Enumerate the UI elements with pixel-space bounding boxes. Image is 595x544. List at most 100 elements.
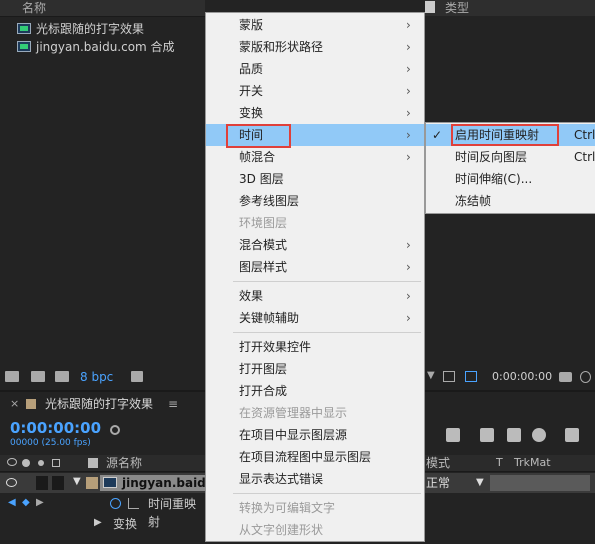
draft-3d-icon[interactable] xyxy=(446,428,460,442)
column-source-name[interactable]: 源名称 xyxy=(106,455,142,471)
region-of-interest-icon[interactable] xyxy=(443,371,455,382)
frame-blending-icon[interactable] xyxy=(507,428,521,442)
menu-item-frame-blending[interactable]: 帧混合 › xyxy=(206,146,424,168)
column-trkmat[interactable]: TrkMat xyxy=(514,455,551,471)
viewer-toolbar: ▼ 0:00:00:00 xyxy=(425,367,595,387)
previous-keyframe-icon[interactable]: ◀ xyxy=(8,497,16,508)
label-tag-icon[interactable] xyxy=(88,458,98,468)
camera-snapshot-icon[interactable] xyxy=(559,372,572,382)
trkmat-select[interactable] xyxy=(490,475,590,491)
show-snapshot-icon[interactable] xyxy=(580,371,591,383)
menu-item-effect[interactable]: 效果 › xyxy=(206,285,424,307)
bit-depth-label[interactable]: 8 bpc xyxy=(80,367,113,387)
transparency-grid-icon[interactable] xyxy=(465,371,477,382)
menu-item-open-layer[interactable]: 打开图层 xyxy=(206,358,424,380)
lock-icon[interactable] xyxy=(52,459,60,467)
submenu-arrow-icon: › xyxy=(406,289,411,303)
column-t[interactable]: T xyxy=(496,455,503,471)
panel-menu-icon[interactable]: ≡ xyxy=(168,393,178,415)
label-tag-icon[interactable] xyxy=(425,1,435,13)
menu-item-switches[interactable]: 开关 › xyxy=(206,80,424,102)
project-column-header-right: 类型 xyxy=(425,0,595,16)
menu-item-mask[interactable]: 蒙版 › xyxy=(206,14,424,36)
menu-item-label: 蒙版和形状路径 xyxy=(239,40,324,54)
current-time-display[interactable]: 0:00:00:00 xyxy=(10,419,101,437)
menu-item-quality[interactable]: 品质 › xyxy=(206,58,424,80)
layer-label-color[interactable] xyxy=(86,477,98,489)
time-submenu: ✓ 启用时间重映射 Ctrl 时间反向图层 Ctrl 时间伸缩(C)... 冻结… xyxy=(425,122,595,214)
submenu-arrow-icon: › xyxy=(406,260,411,274)
stopwatch-icon[interactable] xyxy=(110,498,121,509)
viewer-timecode[interactable]: 0:00:00:00 xyxy=(492,367,552,387)
menu-item-label: 在项目中显示图层源 xyxy=(239,428,348,442)
lock-switch[interactable] xyxy=(52,476,64,490)
menu-item-time-stretch[interactable]: 时间伸缩(C)... xyxy=(426,168,595,190)
timeline-tab[interactable]: × 光标跟随的打字效果 ≡ xyxy=(0,393,205,415)
project-item[interactable]: jingyan.baidu.com 合成 xyxy=(0,38,205,56)
menu-item-label: 转换为可编辑文字 xyxy=(239,501,336,515)
menu-item-blending-mode[interactable]: 混合模式 › xyxy=(206,234,424,256)
annotation-highlight-box xyxy=(226,124,291,148)
menu-item-label: 打开合成 xyxy=(239,384,288,398)
interpret-footage-icon[interactable] xyxy=(5,371,19,382)
menu-item-open-composition[interactable]: 打开合成 xyxy=(206,380,424,402)
visibility-eye-icon[interactable] xyxy=(6,478,17,487)
menu-item-freeze-frame[interactable]: 冻结帧 xyxy=(426,190,595,212)
menu-item-transform[interactable]: 变换 › xyxy=(206,102,424,124)
project-column-header: 名称 xyxy=(0,0,205,17)
layer-name-field[interactable]: jingyan.baidu. xyxy=(100,475,219,491)
chevron-down-icon[interactable]: ▼ xyxy=(476,477,484,488)
close-icon[interactable]: × xyxy=(10,393,19,415)
menu-item-show-expression-errors[interactable]: 显示表达式错误 xyxy=(206,468,424,490)
eye-icon[interactable] xyxy=(7,458,17,466)
composition-icon xyxy=(17,41,31,52)
menu-item-time-reverse-layer[interactable]: 时间反向图层 Ctrl xyxy=(426,146,595,168)
menu-item-label: 打开效果控件 xyxy=(239,340,312,354)
menu-item-reveal-in-flowchart[interactable]: 在项目流程图中显示图层 xyxy=(206,446,424,468)
new-composition-icon[interactable] xyxy=(55,371,69,382)
menu-item-reveal-in-explorer: 在资源管理器中显示 xyxy=(206,402,424,424)
blend-mode-select[interactable]: 正常 xyxy=(426,473,450,493)
project-item[interactable]: 光标跟随的打字效果 xyxy=(0,20,205,38)
graph-editor-icon[interactable] xyxy=(565,428,579,442)
submenu-arrow-icon: › xyxy=(406,106,411,120)
keyframe-diamond-icon[interactable]: ◆ xyxy=(22,497,30,508)
menu-item-label: 品质 xyxy=(239,62,264,76)
expand-triangle-icon[interactable]: ▼ xyxy=(73,476,81,487)
solo-icon[interactable] xyxy=(38,460,44,466)
submenu-arrow-icon: › xyxy=(406,238,411,252)
submenu-arrow-icon: › xyxy=(406,311,411,325)
expand-triangle-icon[interactable]: ▶ xyxy=(94,517,102,528)
column-type-label[interactable]: 类型 xyxy=(445,0,469,16)
menu-item-reveal-layer-source[interactable]: 在项目中显示图层源 xyxy=(206,424,424,446)
property-group-row[interactable]: ▶ 变换 xyxy=(0,515,205,533)
motion-blur-icon[interactable] xyxy=(532,428,546,442)
menu-item-label: 时间伸缩(C)... xyxy=(455,172,533,186)
menu-item-open-effect-controls[interactable]: 打开效果控件 xyxy=(206,336,424,358)
submenu-arrow-icon: › xyxy=(406,128,411,142)
menu-item-guide-layer[interactable]: 参考线图层 xyxy=(206,190,424,212)
menu-item-label: 环境图层 xyxy=(239,216,288,230)
audio-icon[interactable] xyxy=(22,459,30,467)
menu-item-shortcut: Ctrl xyxy=(574,150,595,164)
menu-item-layer-styles[interactable]: 图层样式 › xyxy=(206,256,424,278)
menu-item-label: 开关 xyxy=(239,84,264,98)
menu-item-label: 参考线图层 xyxy=(239,194,300,208)
new-folder-icon[interactable] xyxy=(31,371,45,382)
submenu-arrow-icon: › xyxy=(406,62,411,76)
next-keyframe-icon[interactable]: ▶ xyxy=(36,497,44,508)
graph-icon[interactable] xyxy=(128,498,139,509)
property-row[interactable]: ◀ ◆ ▶ 时间重映射 xyxy=(0,495,205,529)
menu-separator xyxy=(233,332,421,333)
menu-item-shortcut: Ctrl xyxy=(574,128,595,142)
menu-item-3d-layer[interactable]: 3D 图层 xyxy=(206,168,424,190)
column-name-label[interactable]: 名称 xyxy=(22,0,46,16)
shy-layers-icon[interactable] xyxy=(480,428,494,442)
trash-icon[interactable] xyxy=(131,371,143,382)
chevron-down-icon[interactable]: ▼ xyxy=(427,370,435,381)
search-icon[interactable] xyxy=(110,425,120,435)
menu-item-keyframe-assistant[interactable]: 关键帧辅助 › xyxy=(206,307,424,329)
column-mode[interactable]: 模式 xyxy=(426,455,450,471)
menu-item-mask-and-shape-path[interactable]: 蒙版和形状路径 › xyxy=(206,36,424,58)
solo-switch[interactable] xyxy=(36,476,48,490)
